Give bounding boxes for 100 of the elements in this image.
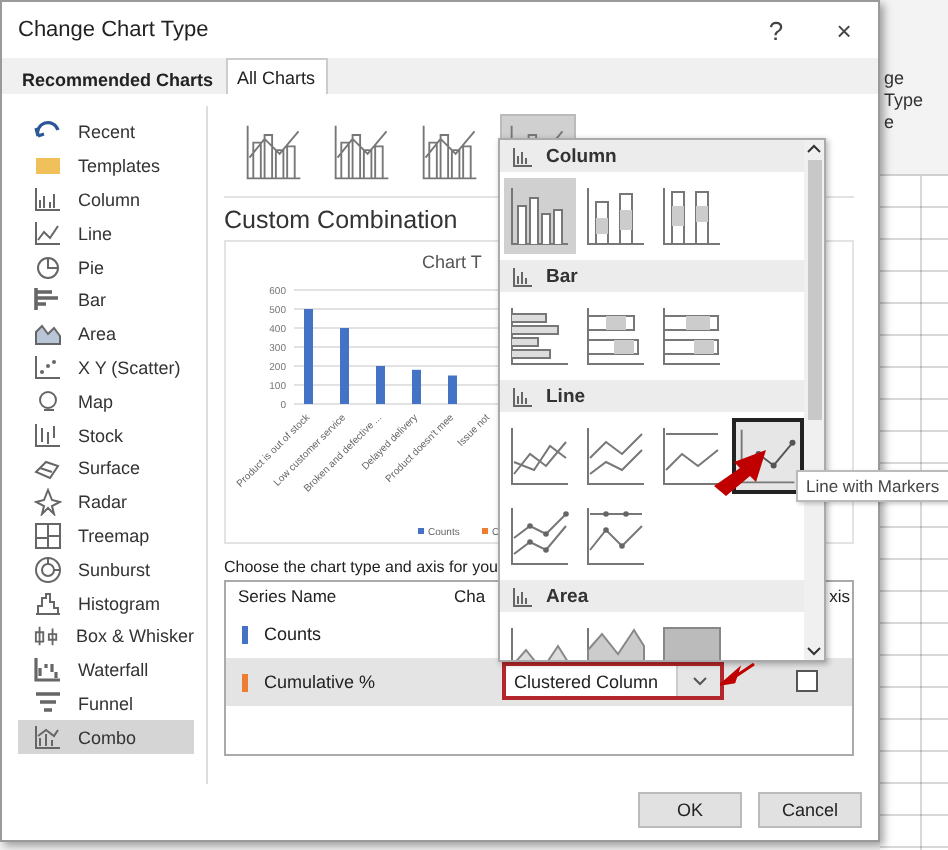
tab[interactable]: All Charts: [225, 58, 328, 94]
chart-type-item[interactable]: Stock: [18, 418, 194, 452]
stock-chart-icon: [34, 421, 62, 450]
section-label: Line: [546, 385, 586, 407]
column-chart-icon: [34, 185, 62, 214]
chart-type-item[interactable]: Recent: [18, 116, 194, 150]
radar-chart-icon: [34, 488, 62, 517]
chart-type-item[interactable]: Bar: [18, 283, 194, 318]
stacked-column-icon: [582, 182, 650, 250]
chart-bar: [304, 309, 313, 404]
section-heading: Custom Combination: [224, 204, 458, 238]
chart-type-item[interactable]: Map: [18, 384, 194, 419]
close-button[interactable]: ×: [810, 6, 878, 54]
scatter-chart-icon: [34, 353, 62, 382]
chart-bar: [412, 369, 421, 404]
annotation-arrow: [720, 662, 756, 686]
line-chart-icon: [506, 422, 574, 490]
chart-bar: [448, 375, 457, 404]
chart-type-item[interactable]: Templates: [18, 149, 194, 184]
chart-type-label: X Y (Scatter): [78, 357, 181, 378]
instruction-text: Choose the chart type and axis for you: [224, 556, 500, 580]
funnel-icon: [34, 689, 62, 718]
chart-type-item[interactable]: Treemap: [18, 519, 194, 553]
series-name: Cumulative %: [264, 672, 376, 692]
chart-type-label: Funnel: [78, 693, 134, 714]
chevron-down-icon: [806, 644, 822, 660]
chart-type-item[interactable]: Line: [18, 216, 194, 251]
combo-chart-icon: [418, 120, 482, 184]
chart-type-label: Radar: [78, 492, 128, 513]
chart-type-item[interactable]: Funnel: [18, 687, 194, 721]
dropdown-button[interactable]: [676, 666, 720, 696]
ok-button[interactable]: OK: [638, 792, 742, 828]
chart-type-label: Line: [78, 223, 113, 244]
chart-type-label: Sunburst: [78, 559, 151, 580]
chart-type-label: Pie: [78, 257, 105, 278]
chart-type-label: Box & Whisker: [75, 626, 194, 647]
combo-chart-icon: [242, 120, 306, 184]
chart-type-item[interactable]: Column: [18, 183, 194, 217]
column-header: Cha: [454, 586, 486, 606]
chart-type-label: Waterfall: [78, 660, 149, 681]
chart-type-item[interactable]: Sunburst: [18, 552, 194, 587]
stacked-column-icon: [658, 182, 726, 250]
chart-type-label: Histogram: [78, 593, 161, 614]
tooltip: Line with Markers: [796, 470, 948, 502]
chevron-down-icon: [691, 676, 707, 686]
section-label: Bar: [546, 265, 578, 287]
chart-icon: [512, 265, 534, 287]
chart-title: Chart T: [422, 252, 482, 272]
tab[interactable]: Recommended Charts: [10, 62, 226, 94]
chart-type-item[interactable]: Pie: [18, 250, 194, 284]
chart-type-item[interactable]: X Y (Scatter): [18, 351, 194, 385]
chart-bar: [340, 328, 349, 404]
chart-type-item[interactable]: Area: [18, 317, 194, 352]
map-icon: [34, 387, 62, 416]
ribbon-label: Type: [884, 90, 926, 112]
box-whisker-icon: [34, 622, 60, 651]
chart-type-label: Templates: [78, 156, 161, 177]
combo-chart-icon: [330, 120, 394, 184]
chart-type-label: Area: [78, 324, 117, 345]
secondary-axis-checkbox[interactable]: [796, 670, 818, 692]
chart-type-label: Column: [78, 189, 141, 210]
pie-chart-icon: [34, 253, 62, 282]
chart-type-label: Map: [78, 391, 114, 412]
ribbon-label: e: [884, 112, 897, 134]
chart-type-item[interactable]: Histogram: [18, 586, 194, 620]
treemap-icon: [34, 521, 62, 550]
section-label: Area: [546, 585, 589, 607]
chart-type-item[interactable]: Radar: [18, 485, 194, 520]
column-header: Series Name: [238, 586, 339, 606]
chart-icon: [512, 145, 534, 167]
chart-type-item[interactable]: Combo: [18, 720, 194, 755]
chart-type-dropdown[interactable]: Clustered Column: [502, 662, 724, 700]
line-chart-icon: [34, 219, 62, 248]
section-label: Column: [546, 145, 617, 167]
annotation-arrow: [710, 446, 770, 498]
chart-type-item[interactable]: Surface: [18, 451, 194, 486]
bar-chart-icon: [506, 302, 574, 370]
series-name: Counts: [264, 624, 322, 644]
line-markers-chart-icon: [506, 502, 574, 570]
bar-chart-icon: [34, 286, 62, 315]
histogram-icon: [34, 589, 62, 618]
cancel-button[interactable]: Cancel: [758, 792, 862, 828]
sunburst-icon: [34, 555, 62, 584]
stacked-bar-icon: [658, 302, 726, 370]
legend-swatch: [418, 528, 424, 534]
chart-icon: [512, 585, 534, 607]
chart-type-label: Treemap: [78, 525, 150, 546]
column-chart-icon: [506, 182, 574, 250]
column-header: xis: [829, 586, 852, 606]
window-title: Change Chart Type: [18, 18, 211, 42]
chart-icon: [512, 385, 534, 407]
chart-type-label: Bar: [78, 290, 107, 311]
chart-type-item[interactable]: Waterfall: [18, 653, 194, 688]
chart-type-label: Recent: [78, 122, 136, 143]
combo-chart-icon: [34, 723, 62, 752]
help-button[interactable]: ?: [742, 6, 810, 54]
chart-bar: [376, 366, 385, 404]
chart-type-item[interactable]: Box & Whisker: [18, 619, 194, 654]
chart-type-label: Stock: [78, 425, 124, 446]
chevron-up-icon: [806, 140, 822, 156]
